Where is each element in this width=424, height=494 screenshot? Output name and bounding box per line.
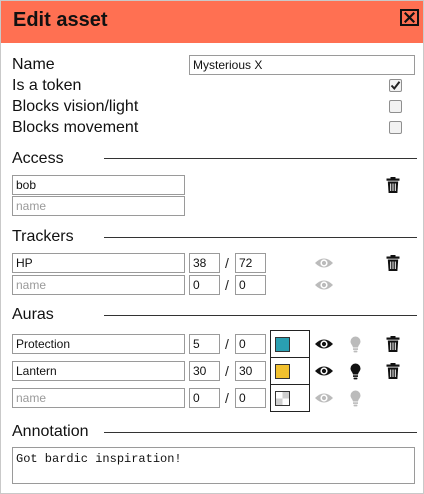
close-button[interactable]: [400, 9, 419, 26]
trash-icon: [386, 176, 399, 193]
tracker-name-input[interactable]: [12, 253, 185, 273]
name-label: Name: [12, 56, 55, 73]
aura-light-toggle[interactable]: [348, 335, 362, 353]
aura-name-input[interactable]: [12, 361, 185, 381]
tracker-separator: /: [225, 255, 229, 271]
new-aura-dim-input[interactable]: [235, 388, 266, 408]
eye-icon: [315, 258, 333, 268]
eye-icon: [315, 366, 333, 376]
access-divider: [104, 158, 417, 159]
access-heading: Access: [12, 150, 64, 167]
aura-value-input[interactable]: [189, 361, 220, 381]
aura-dim-input[interactable]: [235, 334, 266, 354]
aura-color-swatch: [275, 337, 290, 352]
aura-visibility-toggle[interactable]: [314, 363, 334, 379]
transparent-color-swatch: [275, 391, 290, 406]
access-new-user-input[interactable]: [12, 196, 185, 216]
auras-heading: Auras: [12, 306, 54, 323]
aura-color-picker[interactable]: [270, 330, 310, 358]
lightbulb-icon: [350, 390, 360, 406]
aura-dim-input[interactable]: [235, 361, 266, 381]
aura-light-toggle[interactable]: [348, 362, 362, 380]
eye-icon: [315, 280, 333, 290]
delete-aura-button[interactable]: [384, 362, 401, 379]
new-tracker-max-input[interactable]: [235, 275, 266, 295]
aura-color-picker[interactable]: [270, 357, 310, 385]
access-user-input[interactable]: [12, 175, 185, 195]
tracker-value-input[interactable]: [189, 253, 220, 273]
trash-icon: [386, 335, 399, 352]
annotation-heading: Annotation: [12, 423, 89, 440]
movement-label: Blocks movement: [12, 119, 139, 136]
close-icon: [404, 12, 415, 23]
auras-divider: [104, 315, 417, 316]
new-tracker-name-input[interactable]: [12, 275, 185, 295]
new-aura-visibility-toggle[interactable]: [314, 390, 334, 406]
token-label: Is a token: [12, 77, 82, 94]
lightbulb-icon: [350, 336, 360, 352]
aura-color-swatch: [275, 364, 290, 379]
new-aura-name-input[interactable]: [12, 388, 185, 408]
delete-tracker-button[interactable]: [384, 254, 401, 271]
checkmark-icon: [390, 81, 401, 91]
delete-aura-button[interactable]: [384, 335, 401, 352]
eye-icon: [315, 339, 333, 349]
eye-icon: [315, 393, 333, 403]
trash-icon: [386, 362, 399, 379]
new-tracker-value-input[interactable]: [189, 275, 220, 295]
checkerboard-icon: [276, 392, 289, 405]
aura-visibility-toggle[interactable]: [314, 336, 334, 352]
aura-value-input[interactable]: [189, 334, 220, 354]
vision-checkbox[interactable]: [389, 100, 402, 113]
aura-name-input[interactable]: [12, 334, 185, 354]
dialog-header: Edit asset: [1, 1, 423, 43]
new-tracker-visibility-toggle[interactable]: [314, 277, 334, 293]
vision-label: Blocks vision/light: [12, 98, 139, 115]
tracker-max-input[interactable]: [235, 253, 266, 273]
token-checkbox[interactable]: [389, 79, 402, 92]
dialog-title: Edit asset: [13, 9, 108, 31]
annotation-textarea[interactable]: Got bardic inspiration!: [12, 447, 415, 484]
trash-icon: [386, 254, 399, 271]
trackers-divider: [104, 237, 417, 238]
aura-separator: /: [225, 363, 229, 379]
new-tracker-separator: /: [225, 277, 229, 293]
trackers-heading: Trackers: [12, 228, 74, 245]
name-input[interactable]: [189, 55, 415, 75]
movement-checkbox[interactable]: [389, 121, 402, 134]
aura-separator: /: [225, 336, 229, 352]
new-aura-value-input[interactable]: [189, 388, 220, 408]
edit-asset-dialog: Edit asset Name Is a token Blocks vision…: [0, 0, 424, 494]
new-aura-light-toggle[interactable]: [348, 389, 362, 407]
delete-access-button[interactable]: [384, 176, 401, 193]
tracker-visibility-toggle[interactable]: [314, 255, 334, 271]
annotation-divider: [104, 432, 417, 433]
new-aura-color-picker[interactable]: [270, 384, 310, 412]
new-aura-separator: /: [225, 390, 229, 406]
lightbulb-icon: [350, 363, 360, 379]
